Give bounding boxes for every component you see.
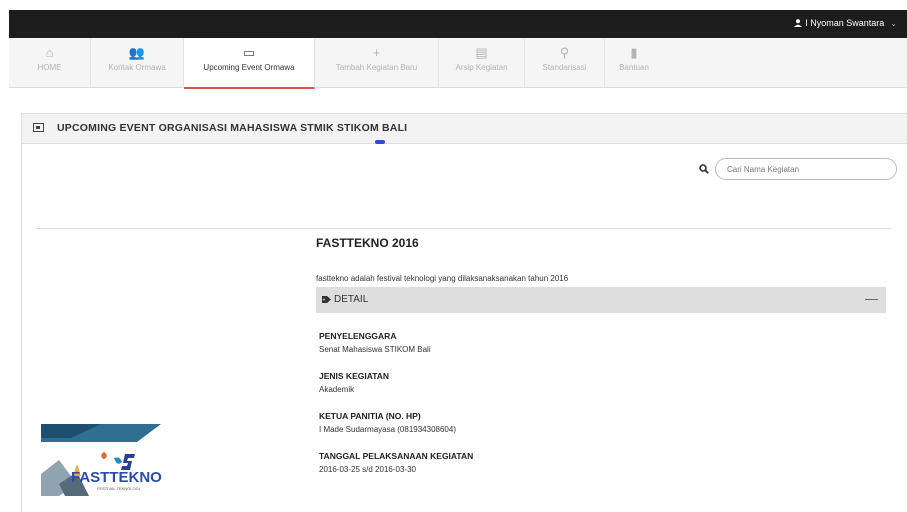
field-label: PENYELENGGARA	[319, 331, 397, 341]
calendar-card-icon: ▭	[242, 45, 256, 60]
nav-item-label: Tambah Kegiatan Baru	[335, 63, 418, 72]
fasttekno-logo-image: FASTTEKNO FESTIVAL TEKNOLOGI	[41, 424, 162, 496]
nav-item-tambah-kegiatan[interactable]: + Tambah Kegiatan Baru	[315, 38, 439, 88]
search-box	[699, 158, 897, 180]
home-icon: ⌂	[45, 45, 54, 60]
book-icon: ▤	[475, 45, 488, 60]
plus-icon: +	[372, 45, 381, 60]
tags-icon	[322, 296, 331, 303]
search-input[interactable]	[715, 158, 897, 180]
panel-header: UPCOMING EVENT ORGANISASI MAHASISWA STMI…	[22, 114, 907, 144]
users-icon: 👥	[128, 45, 146, 60]
paperclip-icon: ⚲	[559, 45, 570, 60]
nav-item-label: Standarisasi	[542, 63, 587, 72]
upcoming-event-panel: UPCOMING EVENT ORGANISASI MAHASISWA STMI…	[21, 113, 907, 512]
logo-text: FASTTEKNO	[71, 469, 162, 486]
nav-item-upcoming-event[interactable]: ▭ Upcoming Event Ormawa	[184, 38, 315, 89]
detail-toggle[interactable]: DETAIL —	[316, 287, 886, 313]
field-label: JENIS KEGIATAN	[319, 371, 390, 381]
field-value: 2016-03-25 s/d 2016-03-30	[319, 465, 416, 474]
nav-item-kontak-ormawa[interactable]: 👥 Kontak Ormawa	[91, 38, 184, 88]
panel-title: UPCOMING EVENT ORGANISASI MAHASISWA STMI…	[57, 122, 408, 134]
user-menu[interactable]: I Nyoman Swantara ⌄	[794, 18, 897, 28]
field-value: Akademik	[319, 385, 355, 394]
panel-marker	[375, 140, 385, 144]
event-info: PENYELENGGARA Senat Mahasiswa STIKOM Bal…	[319, 331, 886, 474]
top-bar: I Nyoman Swantara ⌄	[9, 10, 907, 38]
chevron-down-icon: ⌄	[890, 18, 897, 28]
user-icon	[794, 19, 803, 27]
nav-item-label: Kontak Ormawa	[108, 63, 166, 72]
bookmark-icon: ▮	[630, 45, 638, 60]
nav-item-label: HOME	[37, 63, 62, 72]
field-label: TANGGAL PELAKSANAAN KEGIATAN	[319, 451, 474, 461]
nav-item-label: Bantuan	[619, 63, 649, 72]
calendar-icon	[33, 123, 44, 132]
main-nav: ⌂ HOME 👥 Kontak Ormawa ▭ Upcoming Event …	[9, 38, 907, 89]
event-logo: FASTTEKNO FESTIVAL TEKNOLOGI	[41, 424, 193, 496]
logo-subtext: FESTIVAL TEKNOLOGI	[97, 486, 140, 491]
detail-label: DETAIL	[334, 294, 369, 305]
field-value: I Made Sudarmayasa (081934308604)	[319, 425, 456, 434]
event-title: FASTTEKNO 2016	[316, 236, 419, 250]
event-card: FASTTEKNO 2016 fasttekno adalah festival…	[316, 236, 886, 474]
field-label: KETUA PANITIA (NO. HP)	[319, 411, 421, 421]
user-name: I Nyoman Swantara	[805, 18, 885, 28]
event-description: fasttekno adalah festival teknologi yang…	[316, 274, 569, 283]
collapse-icon[interactable]: —	[865, 291, 878, 306]
nav-item-standarisasi[interactable]: ⚲ Standarisasi	[525, 38, 605, 88]
nav-item-bantuan[interactable]: ▮ Bantuan	[605, 38, 663, 88]
nav-item-arsip-kegiatan[interactable]: ▤ Arsip Kegiatan	[439, 38, 525, 88]
field-value: Senat Mahasiswa STIKOM Bali	[319, 345, 431, 354]
nav-item-label: Upcoming Event Ormawa	[203, 63, 295, 72]
divider	[36, 228, 891, 229]
search-icon[interactable]	[699, 164, 709, 174]
nav-item-home[interactable]: ⌂ HOME	[9, 38, 91, 88]
nav-item-label: Arsip Kegiatan	[455, 63, 508, 72]
